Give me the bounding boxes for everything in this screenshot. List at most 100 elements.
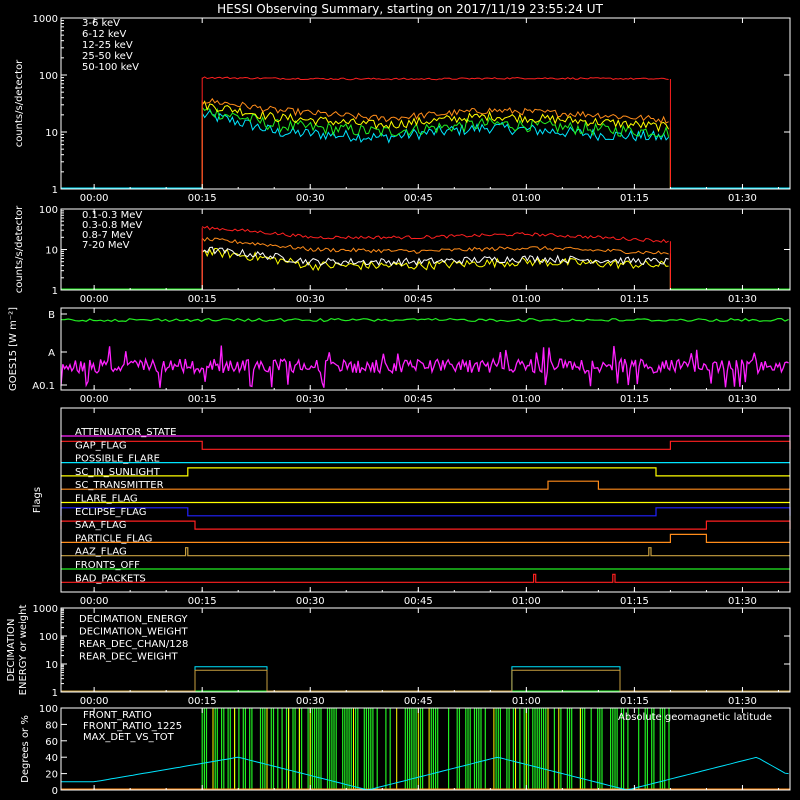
hxr-x-tick-label: 00:15	[188, 193, 217, 204]
goes-x-tick-label: 01:15	[620, 394, 649, 405]
dec-legend-rear-dec-weight: REAR_DEC_WEIGHT	[79, 652, 178, 663]
gamma-y-tick-label: 100	[39, 205, 58, 216]
hxr-x-tick-label: 00:00	[80, 193, 109, 204]
hxr-x-tick-label: 01:00	[512, 193, 541, 204]
chart-title: HESSI Observing Summary, starting on 201…	[217, 2, 603, 16]
flag-trace-gap_flag	[60, 440, 791, 450]
gamma-series-0.1-0.3 MeV	[201, 225, 669, 244]
hxr-x-tick-label: 00:45	[404, 193, 433, 204]
flag-trace-eclipse_flag	[60, 507, 791, 517]
goes-y-axis-label: GOES15 [W m⁻²]	[8, 307, 19, 391]
flag-label-eclipse_flag: ECLIPSE_FLAG	[75, 507, 146, 518]
gamma-x-tick-label: 01:15	[620, 294, 649, 305]
goes-x-tick-label: 01:30	[728, 394, 757, 405]
goes-axes-frame	[60, 307, 791, 391]
gamma-x-tick-label: 01:30	[728, 294, 757, 305]
goes-y-tick-label: A0.1	[32, 381, 55, 392]
flag-label-possible_flare: POSSIBLE_FLARE	[75, 454, 160, 465]
goes-x-tick-label: 00:30	[296, 394, 325, 405]
rat-y-tick-label: 80	[45, 720, 58, 731]
hxr-y-tick-label: 1	[52, 185, 58, 196]
hxr-legend-6-12 keV: 6-12 keV	[82, 29, 126, 40]
hxr-y-tick-label: 1000	[33, 14, 58, 25]
flag-label-bad_packets: BAD_PACKETS	[75, 573, 146, 584]
flags-x-tick-label: 00:00	[80, 596, 109, 607]
rat-y-tick-label: 20	[45, 770, 58, 781]
hxr-y-tick-label: 10	[45, 128, 58, 139]
dec-y-tick-label: 1000	[33, 604, 58, 615]
goes-series-short	[60, 345, 789, 388]
flag-trace-bad_packets	[61, 573, 790, 583]
flag-label-gap_flag: GAP_FLAG	[75, 440, 127, 451]
flags-x-tick-label: 01:30	[728, 596, 757, 607]
gamma-x-tick-label: 00:15	[188, 294, 217, 305]
dec-x-tick-label: 00:45	[404, 696, 433, 707]
flag-trace-particle_flag	[61, 533, 790, 543]
flag-label-particle_flag: PARTICLE_FLAG	[75, 533, 152, 544]
rat-series-front-ratio-1225	[201, 708, 670, 790]
flag-trace-saa_flag	[60, 520, 791, 530]
goes-y-tick-label: A	[48, 348, 55, 359]
dec-y-tick-label: 10	[45, 660, 58, 671]
goes-y-tick-label: B	[48, 310, 55, 321]
hxr-legend-50-100 keV: 50-100 keV	[82, 62, 139, 73]
rat-legend-front-ratio-1225: FRONT_RATIO_1225	[83, 721, 182, 732]
flag-trace-aaz_flag	[61, 547, 790, 557]
hxr-y-axis-label: counts/s/detector	[14, 59, 25, 147]
hxr-axes-frame	[60, 17, 791, 190]
gamma-y-tick-label: 1	[52, 286, 58, 297]
goes-x-tick-label: 00:45	[404, 394, 433, 405]
dec-x-tick-label: 01:15	[620, 696, 649, 707]
flags-x-tick-label: 00:45	[404, 596, 433, 607]
dec-y-axis-label-2: ENERGY or weight	[18, 605, 29, 696]
goes-x-tick-label: 00:00	[80, 394, 109, 405]
flag-trace-sc_transmitter	[61, 480, 790, 490]
dec-x-tick-label: 00:30	[296, 696, 325, 707]
gamma-series-0.3-0.8 MeV	[201, 236, 669, 255]
dec-series-rear-dec-weight	[61, 669, 790, 692]
gamma-x-tick-label: 00:45	[404, 294, 433, 305]
gamma-y-tick-label: 10	[45, 246, 58, 257]
dec-x-tick-label: 00:15	[188, 696, 217, 707]
rat-y-tick-label: 40	[45, 753, 58, 764]
flag-label-sc_in_sunlight: SC_IN_SUNLIGHT	[75, 467, 161, 478]
rat-y-tick-label: 0	[52, 786, 58, 797]
hxr-x-tick-label: 01:30	[728, 193, 757, 204]
gamma-x-tick-label: 01:00	[512, 294, 541, 305]
goes-x-tick-label: 00:15	[188, 394, 217, 405]
rat-y-axis-label: Degrees or %	[20, 715, 31, 783]
hxr-y-tick-label: 100	[39, 71, 58, 82]
rat-y-tick-label: 60	[45, 737, 58, 748]
dec-legend-rear-dec-chan-128: REAR_DEC_CHAN/128	[79, 639, 188, 650]
flag-label-sc_transmitter: SC_TRANSMITTER	[75, 480, 164, 491]
gamma-legend-7-20 MeV: 7-20 MeV	[82, 240, 130, 251]
dec-y-axis-label-1: DECIMATION	[6, 618, 17, 681]
rat-series-front-ratio	[212, 708, 581, 790]
hxr-x-tick-label: 00:30	[296, 193, 325, 204]
gamma-x-tick-label: 00:00	[80, 294, 109, 305]
flag-label-aaz_flag: AAZ_FLAG	[75, 547, 127, 558]
rat-series-geomagnetic-latitude	[61, 756, 789, 791]
flag-label-fronts_off: FRONTS_OFF	[75, 560, 140, 571]
gamma-axes-frame	[60, 208, 791, 291]
gamma-x-tick-label: 00:30	[296, 294, 325, 305]
flags-x-tick-label: 00:30	[296, 596, 325, 607]
flags-y-axis-label: Flags	[32, 487, 43, 513]
goes-x-tick-label: 01:00	[512, 394, 541, 405]
hessi-observing-summary: HESSI Observing Summary, starting on 201…	[6, 2, 791, 797]
rat-legend-geomagnetic-latitude: Absolute geomagnetic latitude	[618, 712, 772, 723]
flags-x-tick-label: 01:00	[512, 596, 541, 607]
gamma-y-axis-label: counts/s/detector	[14, 205, 25, 293]
flag-trace-sc_in_sunlight	[61, 467, 790, 477]
flags-x-tick-label: 00:15	[188, 596, 217, 607]
rat-legend-max-det-vs-tot: MAX_DET_VS_TOT	[83, 732, 175, 743]
flag-label-flare_flag: FLARE_FLAG	[75, 494, 138, 505]
hxr-series-3-6 keV	[201, 76, 669, 81]
dec-x-tick-label: 01:30	[728, 696, 757, 707]
chart-panels: 110100100000:00 00:15 00:30 00:45 01:00 01:15…	[6, 14, 791, 797]
dec-legend-decimation-energy: DECIMATION_ENERGY	[79, 614, 188, 625]
flags-x-tick-label: 01:15	[620, 596, 649, 607]
hxr-legend-3-6 keV: 3-6 keV	[82, 18, 120, 29]
rat-y-tick-label: 100	[39, 704, 58, 715]
dec-series-rear-dec-chan-128	[61, 666, 790, 692]
